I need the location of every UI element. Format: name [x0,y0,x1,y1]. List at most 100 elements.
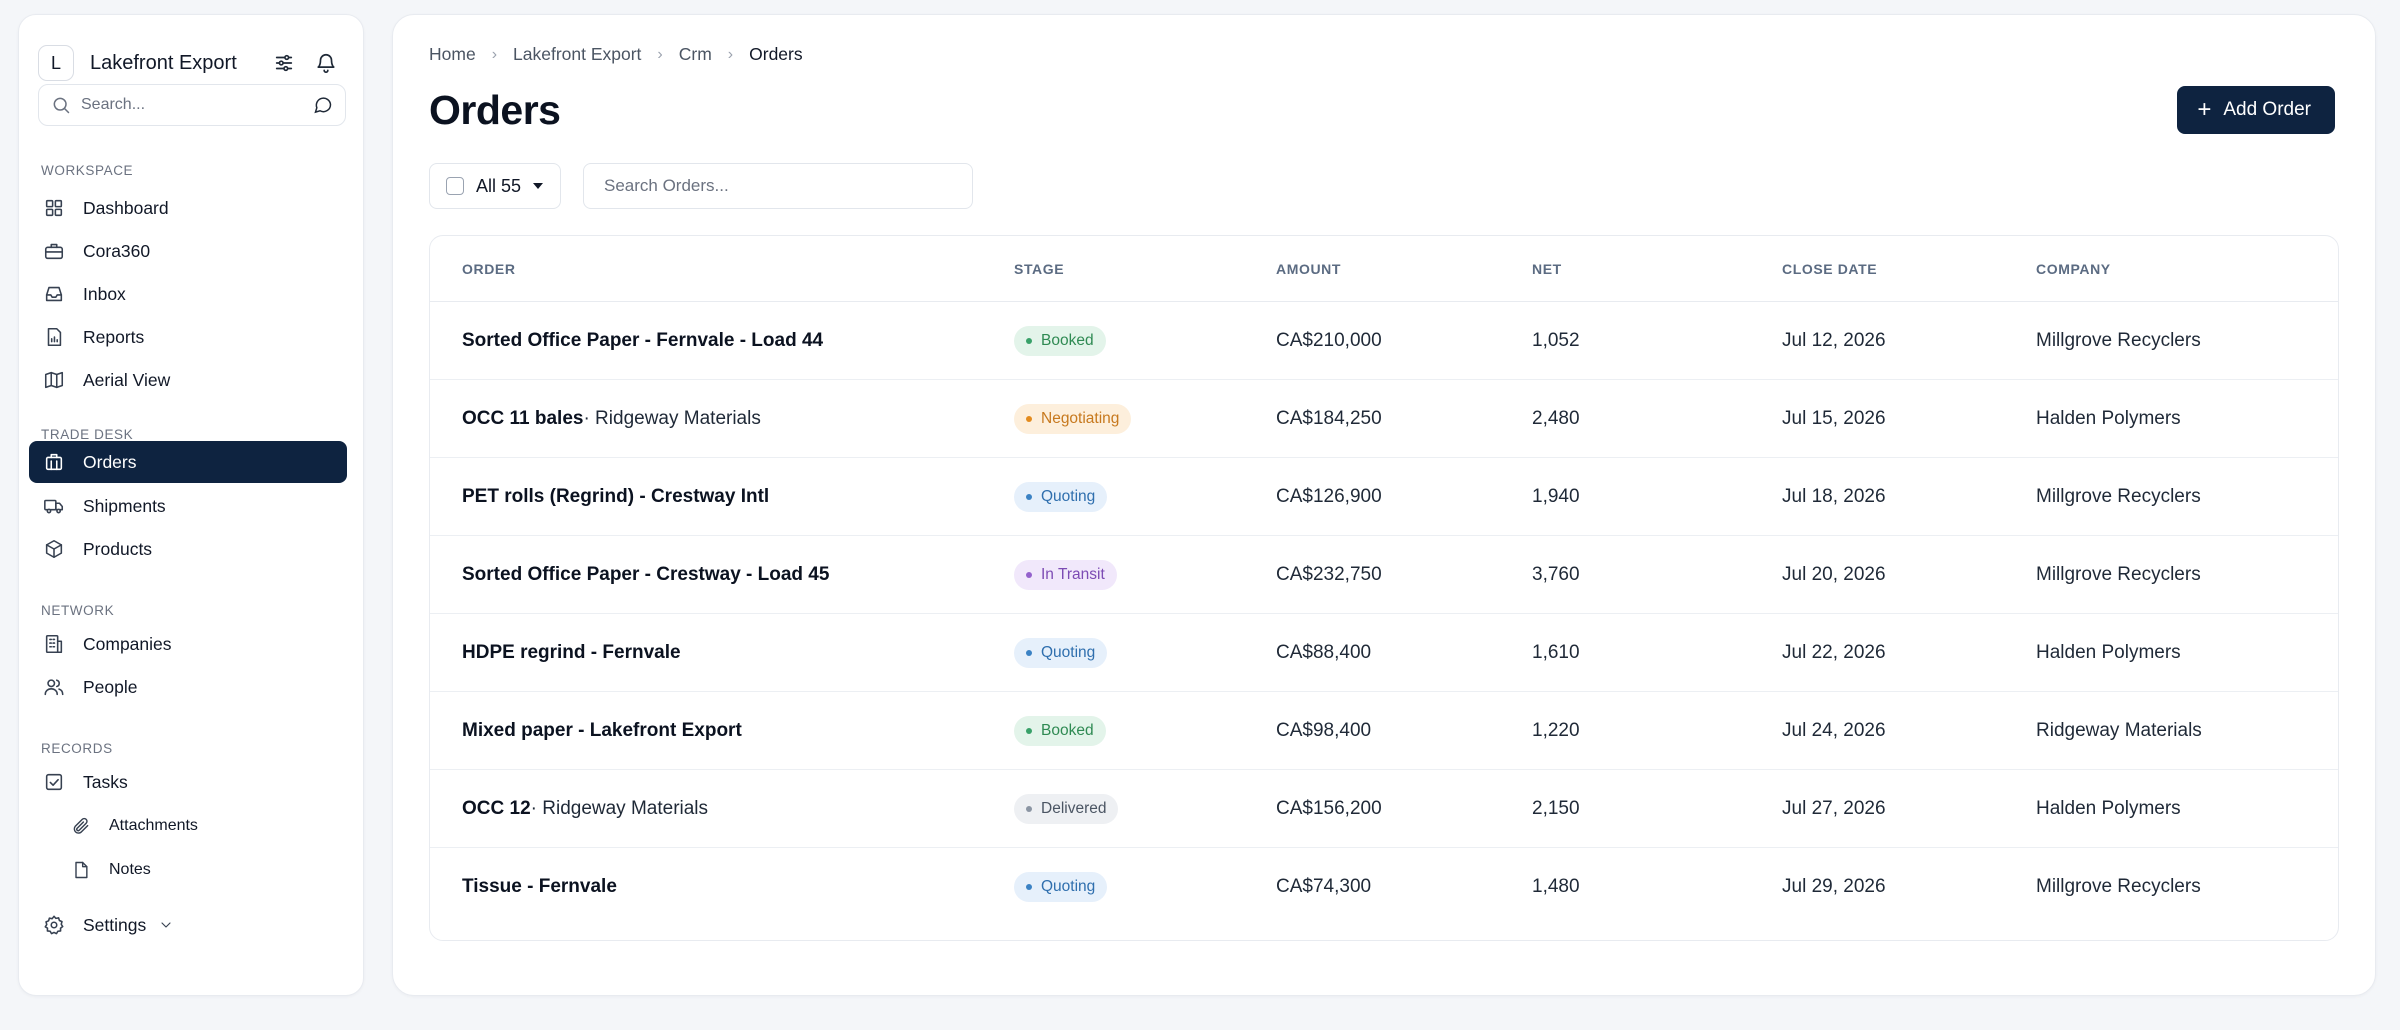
breadcrumb-lakefront-export[interactable]: Lakefront Export [513,44,641,65]
sidebar-item-cora360[interactable]: Cora360 [29,230,347,272]
brand-logo[interactable]: L [38,45,74,81]
sidebar-item-label: Companies [83,633,172,654]
sidebar-item-label: Attachments [109,817,198,834]
cube-icon [45,539,63,559]
order-name[interactable]: PET rolls (Regrind) - Crestway Intl [462,458,769,536]
stage-cell: Quoting [1014,458,1108,536]
sidebar-item-label: Shipments [83,495,166,516]
company-cell[interactable]: Halden Polymers [2036,380,2181,458]
filter-settings-icon[interactable] [267,46,301,80]
net-cell: 1,480 [1532,876,1580,897]
section-trade-desk: TRADE DESK [41,427,134,442]
sidebar-search-input[interactable] [81,96,313,114]
order-name[interactable]: OCC 11 bales · Ridgeway Materials [462,380,761,458]
company-cell[interactable]: Millgrove Recyclers [2036,458,2201,536]
sidebar-item-aerial-view[interactable]: Aerial View [29,359,347,401]
sidebar-item-attachments[interactable]: Attachments [57,805,347,847]
close-date-cell: Jul 29, 2026 [1782,876,1886,897]
order-name[interactable]: Mixed paper - Lakefront Export [462,692,742,770]
sidebar-item-people[interactable]: People [29,666,347,708]
table-row[interactable]: Sorted Office Paper - Fernvale - Load 44… [430,302,2338,380]
column-header-stage[interactable]: STAGE [1014,261,1064,277]
company-cell[interactable]: Ridgeway Materials [2036,692,2202,770]
sidebar-item-reports[interactable]: Reports [29,316,347,358]
table-header: ORDER STAGE AMOUNT NET CLOSE DATE COMPAN… [430,236,2338,302]
amount-cell: CA$98,400 [1276,720,1372,741]
close-date-cell: Jul 12, 2026 [1782,330,1886,351]
status-badge: In Transit [1014,560,1117,590]
column-header-close-date[interactable]: CLOSE DATE [1782,261,1877,277]
sidebar-item-label: Notes [109,861,151,878]
status-dot [1026,416,1032,422]
company-cell[interactable]: Millgrove Recyclers [2036,536,2201,614]
gear-icon [44,915,64,935]
sidebar-search[interactable] [38,84,346,126]
order-name[interactable]: HDPE regrind - Fernvale [462,614,681,692]
search-icon [53,97,70,114]
amount-cell: CA$156,200 [1276,798,1382,819]
order-name[interactable]: Sorted Office Paper - Crestway - Load 45 [462,536,829,614]
sidebar-item-settings[interactable]: Settings [29,904,347,946]
sidebar-item-shipments[interactable]: Shipments [29,485,347,527]
note-icon [75,861,88,879]
company-cell[interactable]: Halden Polymers [2036,770,2181,848]
sidebar-item-companies[interactable]: Companies [29,623,347,665]
sidebar-item-orders[interactable]: Orders [29,441,347,483]
close-date-cell: Jul 15, 2026 [1782,408,1886,429]
sidebar-item-label: Reports [83,326,145,347]
table-row[interactable]: Tissue - Fernvale Quoting CA$74,300 1,48… [430,848,2338,926]
order-name[interactable]: OCC 12 · Ridgeway Materials [462,770,708,848]
order-name[interactable]: Tissue - Fernvale [462,848,617,926]
sidebar-item-notes[interactable]: Notes [57,849,347,891]
chat-bubble-icon[interactable] [313,95,333,115]
breadcrumb-home[interactable]: Home [429,44,476,65]
section-records: RECORDS [41,741,113,756]
status-dot [1026,728,1032,734]
sidebar-item-tasks[interactable]: Tasks [29,761,347,803]
status-badge: Delivered [1014,794,1119,824]
sidebar-item-label: Aerial View [83,369,171,390]
stage-cell: Negotiating [1014,380,1132,458]
table-row[interactable]: OCC 12 · Ridgeway Materials Delivered CA… [430,770,2338,848]
table-row[interactable]: Sorted Office Paper - Crestway - Load 45… [430,536,2338,614]
stage-cell: Booked [1014,692,1106,770]
chevron-down-icon [161,922,171,928]
inbox-icon [45,286,63,302]
section-workspace: WORKSPACE [41,163,134,178]
column-header-company[interactable]: COMPANY [2036,261,2111,277]
bell-icon[interactable] [309,46,343,80]
order-name[interactable]: Sorted Office Paper - Fernvale - Load 44 [462,302,823,380]
orders-table: ORDER STAGE AMOUNT NET CLOSE DATE COMPAN… [429,235,2339,941]
table-row[interactable]: PET rolls (Regrind) - Crestway Intl Quot… [430,458,2338,536]
sidebar-item-label: Orders [83,451,137,472]
table-row[interactable]: OCC 11 bales · Ridgeway Materials Negoti… [430,380,2338,458]
company-cell[interactable]: Halden Polymers [2036,614,2181,692]
column-header-order[interactable]: ORDER [462,261,516,277]
chevron-right-icon: › [657,45,663,63]
orders-search-input[interactable] [583,163,973,209]
stage-cell: Booked [1014,302,1106,380]
select-all-checkbox[interactable] [446,177,464,195]
breadcrumb-crm[interactable]: Crm [679,44,712,65]
sidebar-item-label: Inbox [83,283,126,304]
net-cell: 2,150 [1532,798,1580,819]
sidebar-item-dashboard[interactable]: Dashboard [29,187,347,229]
status-badge: Booked [1014,716,1106,746]
column-header-amount[interactable]: AMOUNT [1276,261,1341,277]
company-cell[interactable]: Millgrove Recyclers [2036,302,2201,380]
close-date-cell: Jul 18, 2026 [1782,486,1886,507]
company-cell[interactable]: Millgrove Recyclers [2036,848,2201,926]
select-all-filter[interactable]: All 55 [429,163,561,209]
sidebar-item-products[interactable]: Products [29,528,347,570]
amount-cell: CA$210,000 [1276,330,1382,351]
sidebar-item-inbox[interactable]: Inbox [29,273,347,315]
add-order-button[interactable]: + Add Order [2177,86,2335,134]
table-row[interactable]: Mixed paper - Lakefront Export Booked CA… [430,692,2338,770]
main-panel: Home › Lakefront Export › Crm › Orders O… [392,14,2376,996]
breadcrumb: Home › Lakefront Export › Crm › Orders [429,44,803,65]
column-header-net[interactable]: NET [1532,261,1562,277]
status-badge: Quoting [1014,872,1108,902]
report-icon [47,327,62,347]
status-dot [1026,572,1032,578]
table-row[interactable]: HDPE regrind - Fernvale Quoting CA$88,40… [430,614,2338,692]
